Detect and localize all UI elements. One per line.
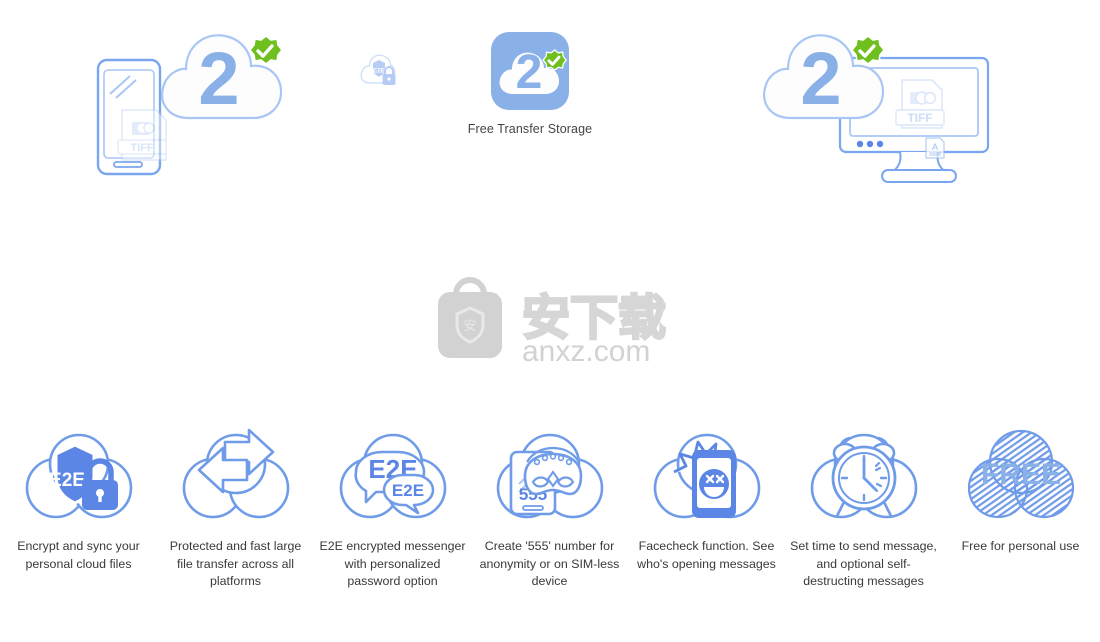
app-icon-number: 2 [516, 46, 543, 99]
feature-icon-text: FREE [980, 458, 1060, 491]
feature-item[interactable]: FREE Free for personal use [942, 428, 1099, 556]
page-root: TIFF 2 E2E 2 Free Transfer Storage TIFF … [0, 0, 1100, 642]
phone-facecheck-icon [652, 428, 762, 524]
feature-item[interactable]: Facecheck function. See who's opening me… [628, 428, 785, 573]
watermark-glyph: 安 [463, 319, 476, 334]
feature-icon-text: E2E [49, 470, 85, 491]
cloud-free-striped-icon: FREE [966, 428, 1076, 524]
anxz-bag-icon: 安 [438, 277, 502, 358]
verified-shield-icon [542, 49, 568, 71]
feature-caption: Encrypt and sync your personal cloud fil… [17, 539, 140, 571]
font-file-icon: A [925, 137, 945, 159]
cloud-two-badge-left: 2 [155, 22, 287, 130]
hero-illustration-row: TIFF 2 E2E 2 Free Transfer Storage TIFF … [0, 0, 1100, 210]
monitor-file-icon: TIFF [895, 79, 945, 129]
verified-shield-icon [248, 34, 284, 66]
mini-lock-label: E2E [373, 68, 386, 75]
site-watermark: 安 安下载 anxz.com [430, 272, 670, 368]
app-icon-label: Free Transfer Storage [467, 122, 593, 136]
cloud-lock-icon: E2E [358, 52, 398, 92]
feature-item[interactable]: 555 Create '555' number for anonymity or… [471, 428, 628, 591]
feature-caption: Facecheck function. See who's opening me… [637, 539, 776, 571]
feature-item[interactable]: Set time to send message, and optional s… [785, 428, 942, 591]
svg-text:A: A [932, 142, 938, 152]
phone-mask-555-icon: 555 [495, 428, 605, 524]
phone-file-label: TIFF [130, 142, 153, 154]
verified-shield-icon [850, 34, 886, 66]
cloud-two-badge-right: 2 [757, 22, 889, 130]
feature-item[interactable]: E2E E2E E2E encrypted messenger with per… [314, 428, 471, 591]
feature-caption: Create '555' number for anonymity or on … [479, 539, 620, 588]
feature-item[interactable]: Protected and fast large file transfer a… [157, 428, 314, 591]
app-tile-icon[interactable]: 2 [491, 32, 569, 110]
feature-item[interactable]: E2E Encrypt and sync your personal cloud… [0, 428, 157, 573]
cloud-number: 2 [800, 37, 841, 120]
alarm-clock-cloud-icon [809, 428, 919, 524]
feature-caption: Set time to send message, and optional s… [790, 539, 937, 588]
feature-caption: E2E encrypted messenger with personalize… [319, 539, 466, 588]
cloud-e2e-lock-icon: E2E [24, 428, 134, 524]
watermark-domain: anxz.com [522, 335, 650, 368]
feature-caption: Protected and fast large file transfer a… [169, 539, 302, 588]
monitor-file-label: TIFF [907, 111, 932, 125]
feature-caption: Free for personal use [961, 539, 1080, 553]
feature-icon-text-2: E2E [391, 481, 423, 500]
cloud-transfer-arrows-icon [181, 428, 291, 524]
cloud-number: 2 [198, 37, 239, 120]
feature-list: E2E Encrypt and sync your personal cloud… [0, 428, 1100, 642]
chat-bubbles-e2e-icon: E2E E2E [338, 428, 448, 524]
